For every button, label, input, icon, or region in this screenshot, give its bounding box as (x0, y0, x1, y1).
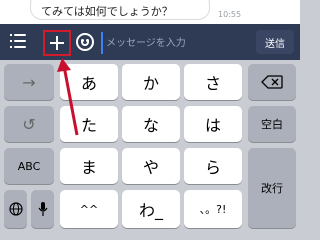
key-ra[interactable]: ら (184, 148, 242, 184)
key-abc[interactable]: ABC (4, 148, 54, 184)
key-ha[interactable]: は (184, 106, 242, 142)
key-ka[interactable]: か (122, 64, 180, 100)
key-sa[interactable]: さ (184, 64, 242, 100)
key-next[interactable]: → (4, 64, 54, 100)
microphone-icon (38, 202, 47, 216)
key-return[interactable]: 改行 (248, 148, 296, 228)
key-a[interactable]: あ (60, 64, 118, 100)
list-menu-icon[interactable] (10, 34, 26, 48)
key-emoticon[interactable]: ^^ (60, 190, 118, 228)
key-wa[interactable]: わ_ (122, 190, 180, 228)
chat-area: てみては如何でしょうか？ 10:55 (0, 0, 300, 24)
key-punctuation[interactable]: 、。?! (184, 190, 242, 228)
key-undo[interactable]: ↺ (4, 106, 54, 142)
send-button[interactable]: 送信 (256, 30, 294, 54)
key-ma[interactable]: ま (60, 148, 118, 184)
smile-icon[interactable] (76, 33, 94, 51)
key-ya[interactable]: や (122, 148, 180, 184)
key-globe[interactable] (4, 190, 27, 228)
message-bubble: てみては如何でしょうか？ (30, 0, 210, 20)
plus-icon[interactable] (43, 30, 71, 56)
message-text: てみては如何でしょうか？ (41, 5, 173, 18)
key-delete[interactable] (248, 64, 296, 100)
japanese-keyboard: → ↺ ABC あ か さ た な は ま や ら ^^ わ_ 、。?! 空白 … (0, 60, 300, 232)
globe-icon (8, 202, 23, 216)
key-na[interactable]: な (122, 106, 180, 142)
message-input[interactable] (101, 32, 246, 54)
key-microphone[interactable] (31, 190, 54, 228)
key-space[interactable]: 空白 (248, 106, 296, 142)
message-timestamp: 10:55 (218, 10, 242, 19)
message-input-bar: 送信 (0, 24, 300, 60)
key-ta[interactable]: た (60, 106, 118, 142)
backspace-icon (261, 75, 283, 89)
